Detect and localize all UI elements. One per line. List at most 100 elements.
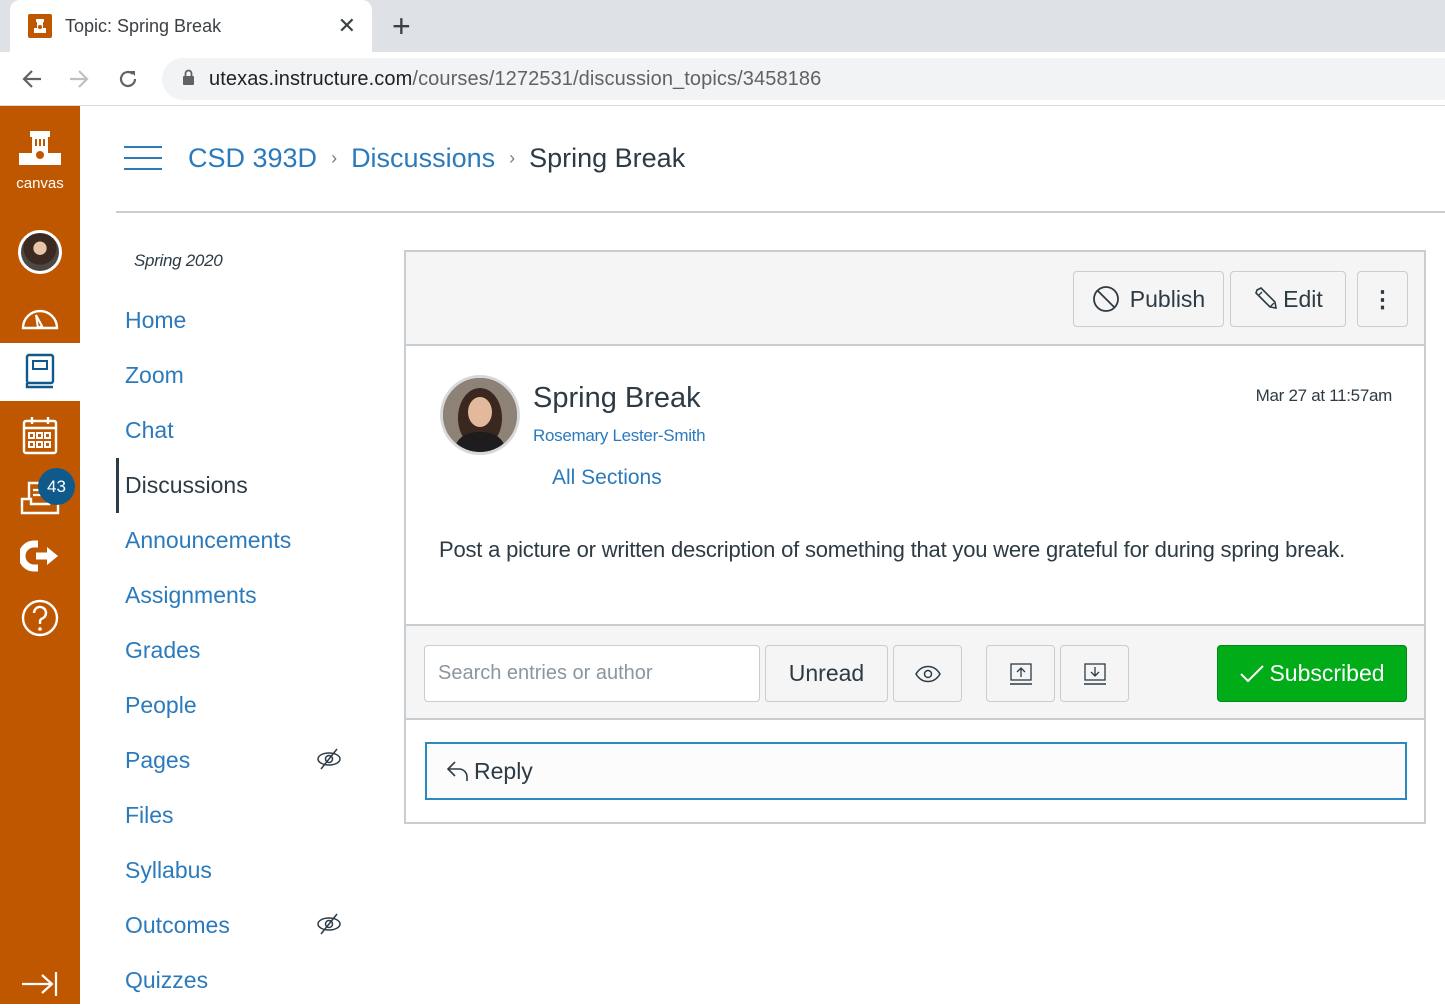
course-nav-label: Files [125, 802, 174, 828]
hidden-eye-icon [317, 748, 341, 770]
course-nav-label: Grades [125, 637, 201, 663]
course-nav-label: Quizzes [125, 967, 209, 993]
course-nav-label: Zoom [125, 362, 184, 388]
course-nav-label: Assignments [125, 582, 257, 608]
author-photo [443, 378, 517, 452]
course-nav-zoom[interactable]: Zoom [116, 348, 366, 403]
expand-replies-button[interactable] [1060, 645, 1129, 702]
canvas-logo-text: canvas [16, 174, 64, 192]
more-options-button[interactable]: ⋮ [1357, 271, 1408, 327]
author-link[interactable]: Rosemary Lester-Smith [533, 426, 706, 446]
course-nav-people[interactable]: People [116, 678, 366, 733]
course-nav-pages[interactable]: Pages [116, 733, 366, 788]
gnav-inbox[interactable]: 43 [0, 468, 80, 526]
breadcrumb-separator-icon: › [331, 148, 338, 168]
browser-toolbar: utexas.instructure.com/courses/1272531/d… [0, 52, 1445, 106]
course-nav-outcomes[interactable]: Outcomes [116, 898, 366, 953]
collapse-replies-button[interactable] [986, 645, 1055, 702]
discussion-entry: Spring Break Rosemary Lester-Smith All S… [406, 346, 1424, 624]
gnav-courses[interactable] [0, 343, 80, 401]
unread-filter-button[interactable]: Unread [765, 645, 888, 702]
breadcrumb-separator-icon: › [509, 148, 516, 168]
mark-all-read-button[interactable] [893, 645, 962, 702]
browser-tab[interactable]: Topic: Spring Break ✕ [10, 0, 372, 52]
author-avatar[interactable] [440, 375, 520, 455]
breadcrumb-discussions[interactable]: Discussions [351, 143, 495, 174]
canvas-logo[interactable]: canvas [0, 126, 80, 196]
eye-icon [914, 665, 941, 682]
canvas-favicon-icon [28, 14, 52, 38]
subscribed-button[interactable]: Subscribed [1217, 645, 1407, 702]
expand-down-icon [1083, 662, 1106, 685]
course-nav-announcements[interactable]: Announcements [116, 513, 366, 568]
commons-arrow-icon [20, 540, 58, 572]
checkmark-icon [1240, 664, 1265, 682]
address-bar[interactable]: utexas.instructure.com/courses/1272531/d… [162, 58, 1445, 100]
sections-label: All Sections [552, 466, 662, 489]
course-nav-discussions[interactable]: Discussions [116, 458, 366, 513]
unread-label: Unread [788, 660, 865, 686]
course-nav-label: Outcomes [125, 912, 230, 938]
discussion-toolbar: Publish Edit ⋮ [406, 252, 1424, 346]
reload-icon[interactable] [111, 62, 145, 96]
breadcrumb-course[interactable]: CSD 393D [188, 143, 317, 174]
pencil-icon [1255, 287, 1278, 309]
discussion-filter-bar: Unread Subscribed [406, 624, 1424, 720]
discussion-body: Post a picture or written description of… [439, 537, 1346, 562]
course-nav-assignments[interactable]: Assignments [116, 568, 366, 623]
reply-label: Reply [474, 757, 533, 784]
gnav-dashboard[interactable] [0, 291, 80, 341]
forward-arrow-icon[interactable] [62, 62, 96, 96]
course-menu-toggle[interactable] [124, 146, 162, 174]
publish-label: Publish [1129, 285, 1206, 312]
discussion-panel: Publish Edit ⋮ Spring Break Rosemary Les… [404, 250, 1426, 824]
course-nav-chat[interactable]: Chat [116, 403, 366, 458]
course-nav-label: Chat [125, 417, 174, 443]
course-nav: Home Zoom Chat Discussions Announcements… [116, 293, 366, 1008]
url-text: utexas.instructure.com/courses/1272531/d… [209, 67, 822, 90]
breadcrumb: CSD 393D › Discussions › Spring Break [188, 143, 685, 174]
collapse-nav-button[interactable] [0, 964, 80, 1004]
kebab-menu-icon: ⋮ [1371, 285, 1394, 312]
hidden-eye-icon [317, 913, 341, 935]
gnav-commons[interactable] [0, 530, 80, 582]
back-arrow-icon[interactable] [15, 62, 49, 96]
book-icon [25, 353, 55, 389]
course-nav-syllabus[interactable]: Syllabus [116, 843, 366, 898]
subscribed-label: Subscribed [1269, 660, 1385, 686]
reply-arrow-icon [446, 761, 468, 781]
course-nav-quizzes[interactable]: Quizzes [116, 953, 366, 1008]
edit-label: Edit [1283, 285, 1323, 312]
gnav-help[interactable] [0, 592, 80, 644]
tab-close-icon[interactable]: ✕ [338, 13, 356, 39]
collapse-arrow-icon [22, 972, 58, 996]
global-nav: canvas 43 [0, 106, 80, 1004]
course-nav-files[interactable]: Files [116, 788, 366, 843]
course-term: Spring 2020 [134, 251, 223, 270]
inbox-badge: 43 [38, 468, 75, 505]
course-nav-label: Syllabus [125, 857, 212, 883]
discussion-title: Spring Break [533, 382, 701, 414]
course-nav-label: Pages [125, 747, 191, 773]
reply-button[interactable]: Reply [425, 742, 1407, 800]
breadcrumb-current: Spring Break [529, 143, 686, 173]
reply-area: Reply [406, 720, 1424, 822]
publish-button[interactable]: Publish [1073, 271, 1224, 327]
gnav-calendar[interactable] [0, 406, 80, 464]
calendar-icon [22, 417, 58, 455]
tower-logo-icon [19, 130, 61, 165]
search-entries-input[interactable] [424, 645, 760, 702]
course-nav-label: Announcements [125, 527, 292, 553]
course-nav-home[interactable]: Home [116, 293, 366, 348]
course-nav-label: Discussions [125, 472, 248, 498]
post-date: Mar 27 at 11:57am [1255, 386, 1393, 405]
help-icon [21, 599, 59, 637]
new-tab-icon[interactable]: + [392, 8, 411, 45]
header-divider [116, 211, 1445, 213]
course-nav-grades[interactable]: Grades [116, 623, 366, 678]
course-nav-label: Home [125, 307, 187, 333]
edit-button[interactable]: Edit [1230, 271, 1346, 327]
lock-icon [182, 69, 195, 90]
course-nav-label: People [125, 692, 197, 718]
gnav-account[interactable] [0, 226, 80, 278]
